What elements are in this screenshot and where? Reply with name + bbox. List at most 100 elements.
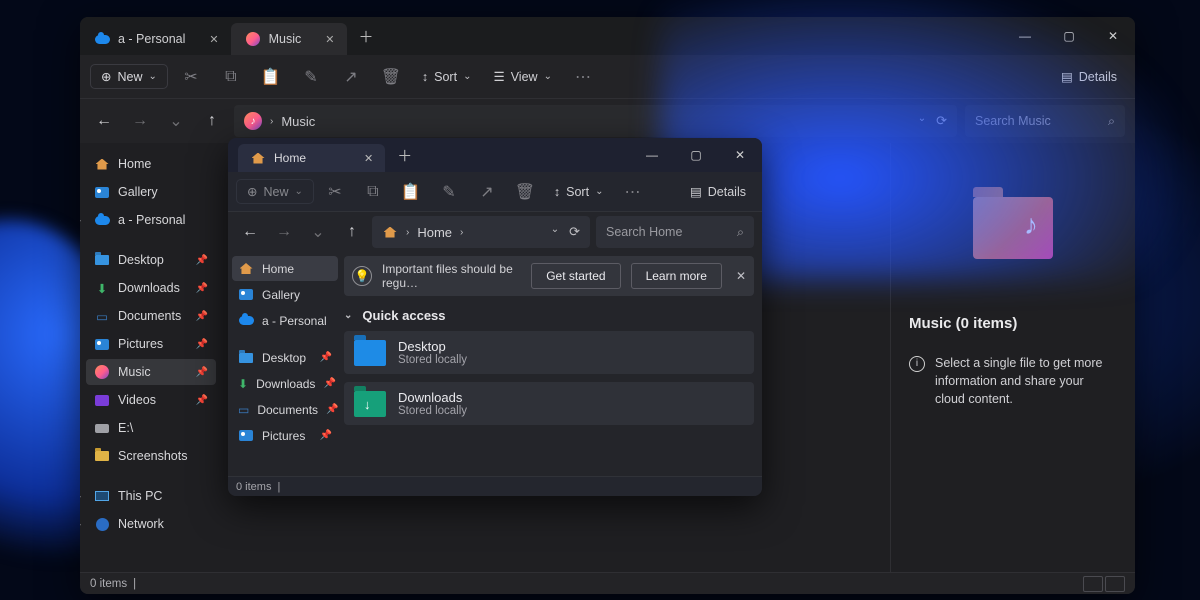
download-icon: ⬇: [94, 280, 110, 296]
minimize-button[interactable]: ―: [630, 138, 674, 174]
sidebar-item-downloads[interactable]: ⬇Downloads📌: [86, 275, 216, 301]
sidebar-item-pictures[interactable]: Pictures📌: [86, 331, 216, 357]
chevron-right-icon[interactable]: ›: [80, 519, 81, 529]
status-bar: 0 items |: [228, 476, 762, 496]
music-icon: [245, 31, 261, 47]
home-icon: [250, 150, 266, 166]
details-toggle[interactable]: ▤ Details: [1053, 65, 1125, 88]
quick-access-tile-desktop[interactable]: Desktop Stored locally: [344, 331, 754, 374]
sidebar-item-music[interactable]: Music📌: [86, 359, 216, 385]
plus-icon: ⊕: [101, 69, 111, 84]
tab-close-icon[interactable]: ✕: [364, 152, 373, 165]
new-tab-button[interactable]: ＋: [385, 145, 424, 166]
pc-icon: [94, 488, 110, 504]
breadcrumb-segment[interactable]: Music: [281, 114, 315, 129]
share-button[interactable]: ↗: [334, 62, 368, 92]
tab-close-icon[interactable]: ✕: [209, 33, 218, 46]
sidebar-item-this-pc[interactable]: ›This PC: [86, 483, 216, 509]
learn-more-button[interactable]: Learn more: [631, 263, 722, 289]
new-button[interactable]: ⊕ New ⌄: [236, 179, 314, 204]
new-tab-button[interactable]: ＋: [347, 26, 386, 47]
sidebar-item-documents[interactable]: ▭Documents📌: [232, 397, 338, 422]
delete-button[interactable]: 🗑: [508, 177, 542, 207]
rename-button[interactable]: ✎: [294, 62, 328, 92]
share-button[interactable]: ↗: [470, 177, 504, 207]
sidebar-item-gallery[interactable]: Gallery: [232, 282, 338, 307]
pin-icon: 📌: [326, 404, 338, 415]
recent-button[interactable]: ⌄: [162, 107, 190, 135]
up-button[interactable]: ↑: [338, 218, 366, 246]
quick-access-tile-downloads[interactable]: ↓ Downloads Stored locally: [344, 382, 754, 425]
sidebar-item-personal[interactable]: ›a - Personal: [86, 207, 216, 233]
quick-access-header[interactable]: ⌄ Quick access: [340, 304, 762, 331]
cut-button[interactable]: ✂: [318, 177, 352, 207]
refresh-button[interactable]: ⟳: [936, 113, 947, 129]
forward-button[interactable]: →: [270, 218, 298, 246]
copy-button[interactable]: ⧉: [356, 177, 390, 207]
sidebar-item-network[interactable]: ›Network: [86, 511, 216, 537]
sidebar-item-screenshots[interactable]: Screenshots: [86, 443, 216, 469]
video-icon: [94, 392, 110, 408]
tab-music[interactable]: Music ✕: [231, 23, 347, 55]
close-button[interactable]: ✕: [718, 138, 762, 174]
breadcrumb-segment[interactable]: Home: [417, 225, 452, 240]
up-button[interactable]: ↑: [198, 107, 226, 135]
back-button[interactable]: ←: [236, 218, 264, 246]
maximize-button[interactable]: ▢: [674, 138, 718, 174]
breadcrumb[interactable]: ♪ › Music ⌄ ⟳: [234, 105, 957, 137]
sort-button[interactable]: ↕ Sort ⌄: [414, 66, 480, 88]
sidebar-item-home[interactable]: Home: [232, 256, 338, 281]
sidebar-item-documents[interactable]: ▭Documents📌: [86, 303, 216, 329]
chevron-down-icon[interactable]: ⌄: [918, 113, 926, 129]
view-button[interactable]: ☰ View ⌄: [485, 65, 559, 88]
sidebar-item-label: Downloads: [256, 377, 315, 391]
chevron-down-icon[interactable]: ⌄: [551, 224, 559, 240]
cut-button[interactable]: ✂: [174, 62, 208, 92]
sidebar-item-gallery[interactable]: Gallery: [86, 179, 216, 205]
search-input[interactable]: Search Home ⌕: [596, 216, 754, 248]
pin-icon: 📌: [196, 283, 208, 294]
lightbulb-icon: 💡: [352, 266, 372, 286]
get-started-button[interactable]: Get started: [531, 263, 620, 289]
search-placeholder: Search Home: [606, 225, 682, 239]
rename-button[interactable]: ✎: [432, 177, 466, 207]
sidebar-item-desktop[interactable]: Desktop📌: [86, 247, 216, 273]
details-toggle[interactable]: ▤ Details: [682, 180, 754, 203]
forward-button[interactable]: →: [126, 107, 154, 135]
sidebar-item-home[interactable]: Home: [86, 151, 216, 177]
more-button[interactable]: ⋯: [615, 177, 649, 207]
recent-button[interactable]: ⌄: [304, 218, 332, 246]
more-button[interactable]: ⋯: [566, 62, 600, 92]
close-button[interactable]: ✕: [1091, 17, 1135, 55]
maximize-button[interactable]: ▢: [1047, 17, 1091, 55]
breadcrumb[interactable]: › Home › ⌄ ⟳: [372, 216, 590, 248]
sidebar-item-pictures[interactable]: Pictures📌: [232, 423, 338, 448]
home-icon: [238, 261, 254, 277]
copy-button[interactable]: ⧉: [214, 62, 248, 92]
tab-personal[interactable]: a - Personal ✕: [80, 23, 231, 55]
view-list-button[interactable]: [1083, 576, 1103, 592]
view-grid-button[interactable]: [1105, 576, 1125, 592]
chevron-right-icon[interactable]: ›: [80, 215, 81, 225]
chevron-right-icon[interactable]: ›: [80, 491, 81, 501]
tab-home[interactable]: Home ✕: [238, 144, 385, 172]
new-button[interactable]: ⊕ New ⌄: [90, 64, 168, 89]
back-button[interactable]: ←: [90, 107, 118, 135]
search-input[interactable]: Search Music ⌕: [965, 105, 1125, 137]
paste-button[interactable]: 📋: [254, 62, 288, 92]
sidebar-item-downloads[interactable]: ⬇Downloads📌: [232, 371, 338, 396]
sidebar-item-drive-e[interactable]: E:\: [86, 415, 216, 441]
paste-button[interactable]: 📋: [394, 177, 428, 207]
titlebar: Home ✕ ＋ ― ▢ ✕: [228, 138, 762, 172]
folder-yellow-icon: [94, 448, 110, 464]
sidebar-item-desktop[interactable]: Desktop📌: [232, 345, 338, 370]
sidebar-item-personal[interactable]: ›a - Personal: [232, 308, 338, 333]
refresh-button[interactable]: ⟳: [569, 224, 580, 240]
sort-button[interactable]: ↕ Sort ⌄: [546, 181, 612, 203]
delete-button[interactable]: 🗑: [374, 62, 408, 92]
minimize-button[interactable]: ―: [1003, 17, 1047, 55]
close-icon[interactable]: ✕: [736, 269, 746, 283]
tab-close-icon[interactable]: ✕: [325, 33, 334, 46]
sidebar-item-videos[interactable]: Videos📌: [86, 387, 216, 413]
section-title: Quick access: [362, 308, 445, 323]
